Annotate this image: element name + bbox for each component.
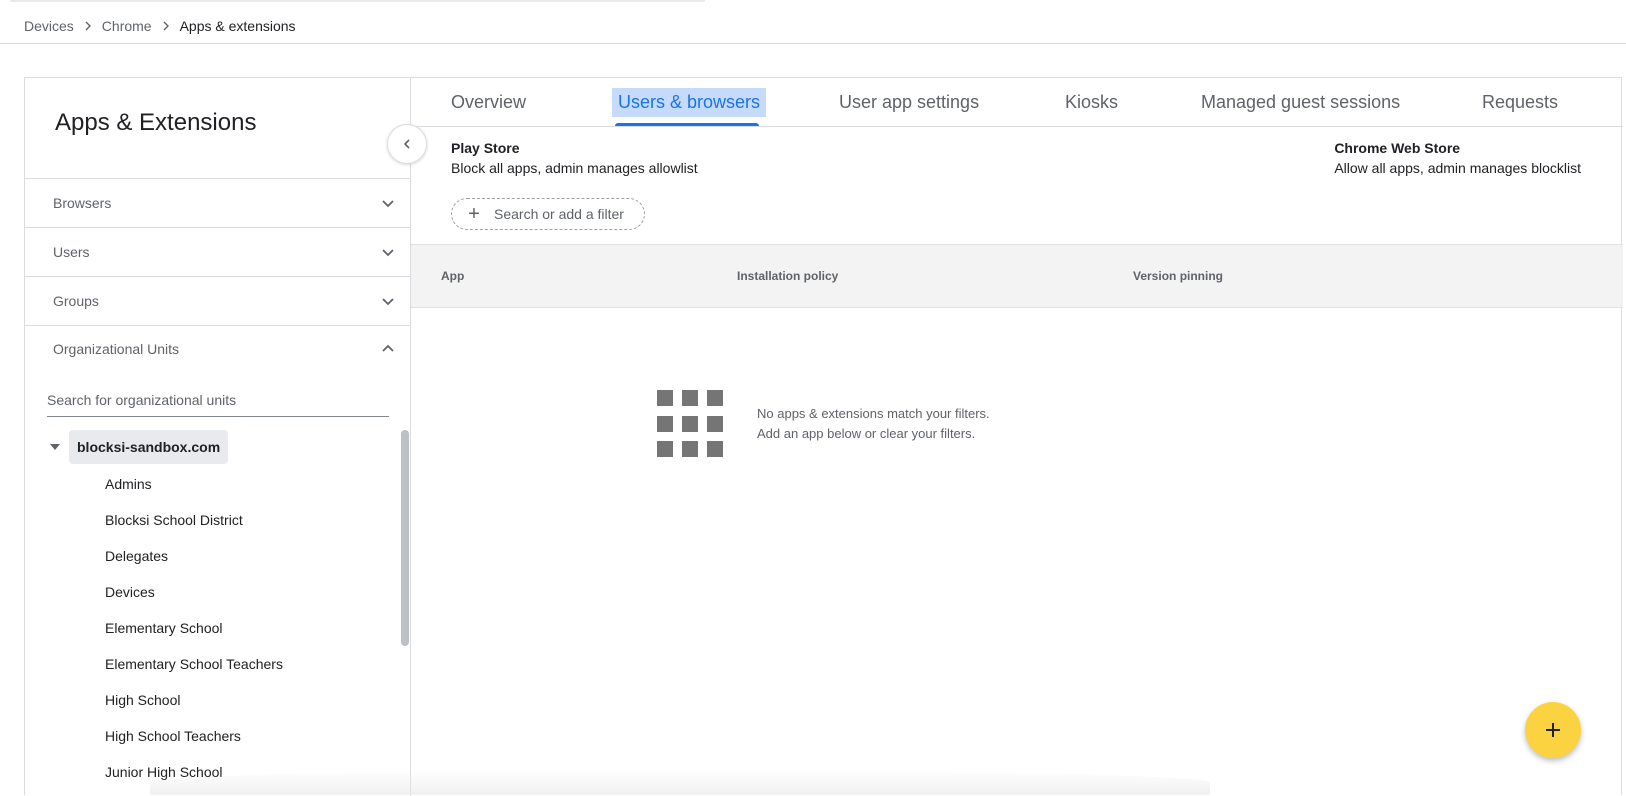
collapse-sidebar-button[interactable] [387,124,427,164]
section-groups[interactable]: Groups [25,277,410,326]
tree-item[interactable]: Elementary School Teachers [105,646,283,682]
top-bar: Devices Chrome Apps & extensions [0,0,1626,44]
breadcrumb-chrome[interactable]: Chrome [102,18,152,34]
empty-state: No apps & extensions match your filters.… [657,390,990,458]
add-filter-chip[interactable]: + Search or add a filter [451,198,645,230]
active-tab-indicator [615,123,759,126]
tab-requests[interactable]: Requests [1476,88,1564,117]
tab-user-app-settings[interactable]: User app settings [833,88,985,117]
table-header: App Installation policy Version pinning [411,244,1623,308]
play-store-policy: Block all apps, admin manages allowlist [451,160,698,176]
tree-item[interactable]: Delegates [105,538,283,574]
chevron-down-icon [382,249,394,257]
empty-message: No apps & extensions match your filters.… [757,404,990,444]
tab-overview[interactable]: Overview [445,88,532,117]
top-bar-shadow [10,0,705,2]
apps-card: Apps & Extensions Browsers Users Groups … [24,77,1623,796]
ou-search-input[interactable] [47,383,389,417]
main-panel: Overview Users & browsers User app setti… [411,78,1623,796]
column-installation-policy[interactable]: Installation policy [737,269,838,283]
chrome-web-store-policy: Allow all apps, admin manages blocklist [1334,160,1581,176]
add-filter-label: Search or add a filter [494,206,624,222]
plus-icon: + [468,203,480,225]
breadcrumb-apps-extensions: Apps & extensions [179,18,296,34]
ou-tree-list: Admins Blocksi School District Delegates… [105,466,283,790]
section-ou-label: Organizational Units [53,341,180,357]
chrome-web-store-info: Chrome Web Store Allow all apps, admin m… [1334,138,1581,178]
tree-item[interactable]: Elementary School [105,610,283,646]
chevron-left-icon [403,139,410,149]
tab-kiosks[interactable]: Kiosks [1059,88,1124,117]
empty-message-line2: Add an app below or clear your filters. [757,426,976,441]
tree-root: blocksi-sandbox.com [47,430,229,464]
tree-item[interactable]: Admins [105,466,283,502]
apps-grid-icon [657,390,725,458]
tab-managed-guest-sessions[interactable]: Managed guest sessions [1195,88,1406,117]
caret-down-icon[interactable] [47,439,63,455]
chevron-down-icon [382,298,394,306]
section-users[interactable]: Users [25,228,410,277]
section-browsers[interactable]: Browsers [25,179,410,228]
tree-item[interactable]: Devices [105,574,283,610]
breadcrumb-chevron-icon [85,21,91,31]
tree-item[interactable]: Junior High School [105,754,283,790]
sidebar-title: Apps & Extensions [55,109,257,136]
chrome-web-store-title: Chrome Web Store [1334,140,1461,156]
breadcrumb-devices[interactable]: Devices [24,18,74,34]
empty-message-line1: No apps & extensions match your filters. [757,406,990,421]
section-groups-label: Groups [53,293,99,309]
breadcrumb-chevron-icon [163,21,169,31]
chevron-up-icon [382,344,394,352]
plus-icon [1546,723,1560,737]
play-store-info: Play Store Block all apps, admin manages… [451,138,698,178]
tree-item[interactable]: Blocksi School District [105,502,283,538]
play-store-title: Play Store [451,140,520,156]
tree-item[interactable]: High School Teachers [105,718,283,754]
tab-bar: Overview Users & browsers User app setti… [411,78,1623,127]
scrollbar-thumb[interactable] [401,430,409,646]
sidebar: Apps & Extensions Browsers Users Groups … [25,78,411,796]
add-app-fab-button[interactable] [1525,702,1581,758]
column-app[interactable]: App [441,269,464,283]
breadcrumb: Devices Chrome Apps & extensions [24,18,296,34]
chevron-down-icon [382,200,394,208]
section-organizational-units[interactable]: Organizational Units [25,324,410,374]
tab-users-browsers[interactable]: Users & browsers [612,88,767,117]
tree-item[interactable]: High School [105,682,283,718]
section-browsers-label: Browsers [53,195,112,211]
section-users-label: Users [53,244,90,260]
tree-root-org[interactable]: blocksi-sandbox.com [69,430,229,464]
column-version-pinning[interactable]: Version pinning [1133,269,1223,283]
